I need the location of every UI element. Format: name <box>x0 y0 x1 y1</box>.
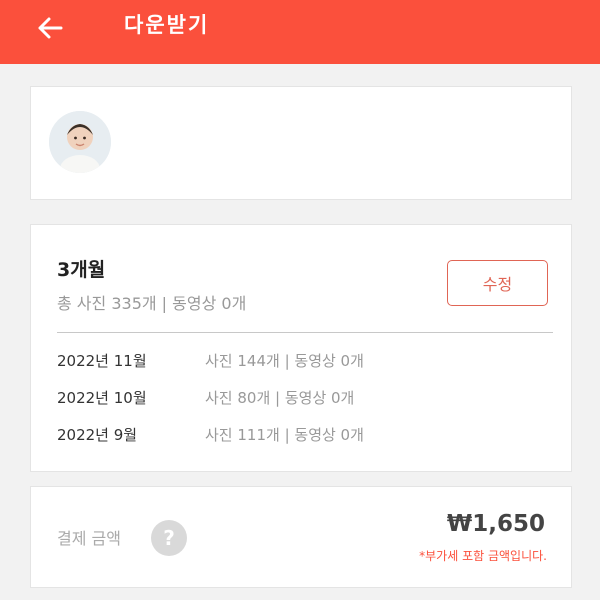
month-stats: 사진 144개 | 동영상 0개 <box>205 352 364 370</box>
month-stats: 사진 111개 | 동영상 0개 <box>205 426 364 444</box>
child-photo <box>49 111 111 173</box>
vat-note: *부가세 포함 금액입니다. <box>419 549 547 563</box>
edit-button[interactable]: 수정 <box>447 260 548 306</box>
download-period-card: 3개월 총 사진 335개 | 동영상 0개 수정 2022년 11월 사진 1… <box>30 224 572 472</box>
month-label: 2022년 11월 <box>57 352 147 370</box>
period-title: 3개월 <box>57 259 106 281</box>
month-label: 2022년 10월 <box>57 389 147 407</box>
month-label: 2022년 9월 <box>57 426 138 444</box>
month-stats: 사진 80개 | 동영상 0개 <box>205 389 355 407</box>
profile-card <box>30 86 572 200</box>
app-header: 다운받기 <box>0 0 600 64</box>
page-title: 다운받기 <box>124 13 210 37</box>
period-summary: 총 사진 335개 | 동영상 0개 <box>57 294 247 313</box>
back-button[interactable] <box>32 10 68 46</box>
question-icon[interactable]: ? <box>151 520 187 556</box>
divider <box>57 332 553 333</box>
avatar[interactable] <box>49 111 111 173</box>
payment-label: 결제 금액 <box>57 529 121 548</box>
payment-amount: ₩1,650 <box>446 511 545 537</box>
payment-card: 결제 금액 ? ₩1,650 *부가세 포함 금액입니다. <box>30 486 572 588</box>
arrow-left-icon <box>38 17 63 39</box>
